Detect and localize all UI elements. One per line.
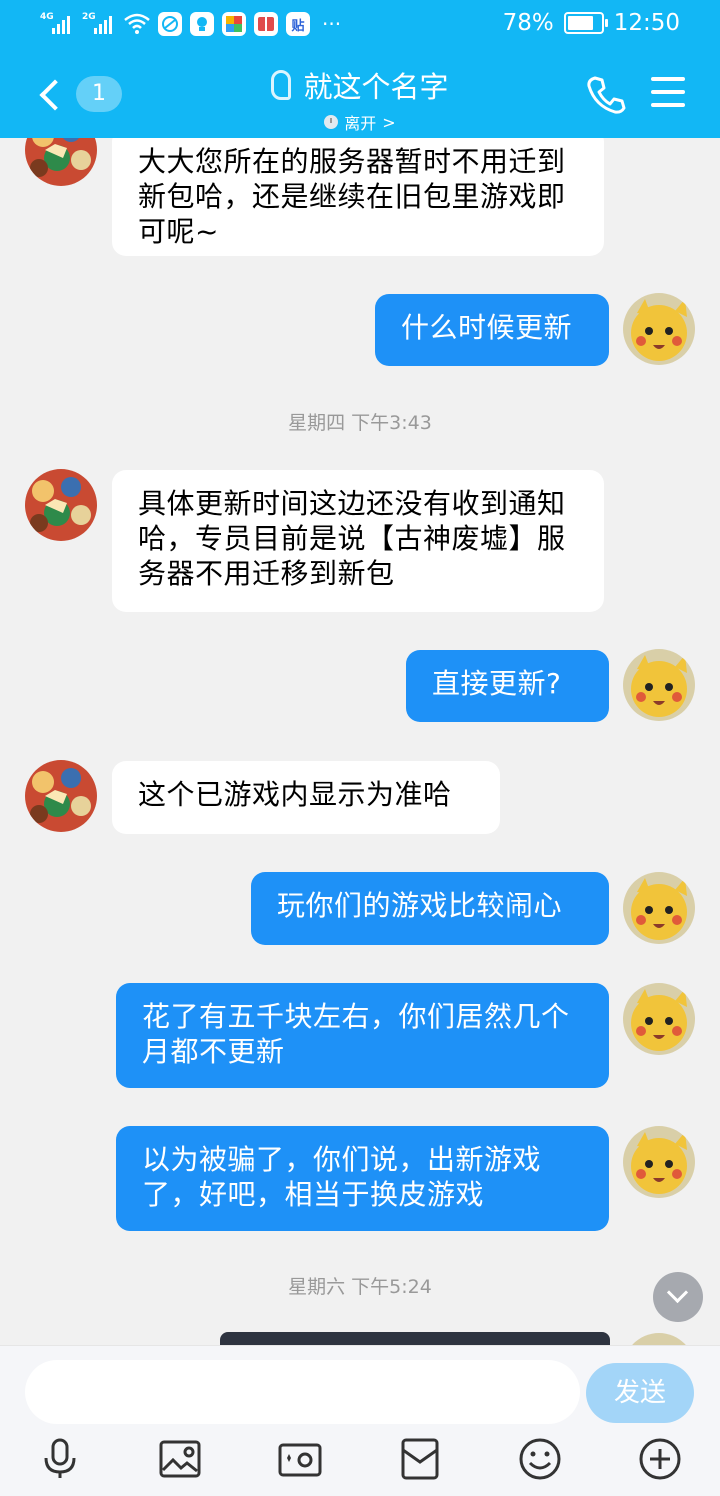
camera-icon[interactable] bbox=[277, 1436, 323, 1482]
title-bar: 1 就这个名字 离开 > bbox=[0, 50, 720, 138]
contact-avatar[interactable] bbox=[25, 469, 97, 541]
message-text: 玩你们的游戏比较闹心 bbox=[277, 889, 563, 922]
self-avatar[interactable] bbox=[623, 649, 695, 721]
message-bubble-outgoing[interactable]: 花了有五千块左右，你们居然几个月都不更新 bbox=[116, 983, 609, 1088]
signal-icon: 4G bbox=[40, 12, 74, 35]
ear-icon[interactable] bbox=[271, 70, 292, 100]
message-text: 具体更新时间这边还没有收到通知哈，专员目前是说【古神废墟】服务器不用迁移到新包 bbox=[138, 487, 566, 590]
timestamp: 星期六 下午5:24 bbox=[288, 1276, 432, 1298]
message-bubble-incoming[interactable]: 大大您所在的服务器暂时不用迁到新包哈，还是继续在旧包里游戏即可呢~ bbox=[112, 128, 604, 256]
presence-label: 离开 bbox=[344, 114, 377, 133]
send-button[interactable]: 发送 bbox=[586, 1363, 694, 1423]
message-bubble-outgoing[interactable]: 什么时候更新 bbox=[375, 294, 609, 366]
wifi-icon bbox=[124, 13, 150, 34]
contact-avatar[interactable] bbox=[25, 760, 97, 832]
browser-app-icon bbox=[158, 12, 182, 36]
plus-icon[interactable] bbox=[637, 1436, 683, 1482]
message-bubble-incoming[interactable]: 这个已游戏内显示为准哈 bbox=[112, 761, 500, 834]
tieba-app-icon: 贴 bbox=[286, 12, 310, 36]
message-bubble-outgoing[interactable]: 直接更新? bbox=[406, 650, 609, 722]
message-text: 这个已游戏内显示为准哈 bbox=[138, 778, 452, 811]
message-input[interactable] bbox=[25, 1360, 580, 1424]
message-text: 花了有五千块左右，你们居然几个月都不更新 bbox=[142, 1000, 570, 1068]
menu-icon[interactable] bbox=[651, 77, 685, 107]
colorful-app-icon bbox=[222, 12, 246, 36]
message-text: 什么时候更新 bbox=[401, 311, 573, 344]
chat-area[interactable]: 大大您所在的服务器暂时不用迁到新包哈，还是继续在旧包里游戏即可呢~ 什么时候更新… bbox=[0, 0, 720, 1345]
book-app-icon bbox=[254, 12, 278, 36]
chat-title[interactable]: 就这个名字 bbox=[303, 64, 448, 106]
message-bubble-incoming[interactable]: 具体更新时间这边还没有收到通知哈，专员目前是说【古神废墟】服务器不用迁移到新包 bbox=[112, 470, 604, 612]
voice-icon[interactable] bbox=[37, 1436, 83, 1482]
red-packet-icon[interactable] bbox=[397, 1436, 443, 1482]
toolbar bbox=[0, 1436, 720, 1486]
signal-icon: 2G bbox=[82, 12, 116, 35]
message-bubble-outgoing[interactable]: 以为被骗了，你们说，出新游戏了，好吧，相当于换皮游戏 bbox=[116, 1126, 609, 1231]
self-avatar[interactable] bbox=[623, 1333, 695, 1345]
clock-time: 12:50 bbox=[613, 10, 680, 36]
self-avatar[interactable] bbox=[623, 872, 695, 944]
timestamp: 星期四 下午3:43 bbox=[288, 412, 432, 434]
self-avatar[interactable] bbox=[623, 293, 695, 365]
more-notifications-indicator: ··· bbox=[322, 12, 342, 36]
chevron-right-icon: > bbox=[382, 112, 396, 132]
phone-icon[interactable] bbox=[586, 74, 626, 114]
clock-icon bbox=[324, 115, 339, 129]
battery-icon bbox=[563, 12, 608, 34]
message-text: 直接更新? bbox=[432, 667, 562, 700]
scroll-down-icon[interactable] bbox=[653, 1272, 703, 1322]
bulb-app-icon bbox=[190, 12, 214, 36]
input-panel: 发送 bbox=[0, 1345, 720, 1496]
emoji-icon[interactable] bbox=[517, 1436, 563, 1482]
message-text: 大大您所在的服务器暂时不用迁到新包哈，还是继续在旧包里游戏即可呢~ bbox=[138, 145, 566, 248]
status-bar: 4G 2G 贴 ··· 78% 12:50 bbox=[0, 0, 720, 50]
message-text: 以为被骗了，你们说，出新游戏了，好吧，相当于换皮游戏 bbox=[142, 1143, 542, 1211]
self-avatar[interactable] bbox=[623, 1126, 695, 1198]
battery-percent: 78% bbox=[502, 10, 554, 36]
image-message-partial[interactable] bbox=[220, 1332, 610, 1345]
app-header: 4G 2G 贴 ··· 78% 12:50 1 就这个名字 离开 > bbox=[0, 0, 720, 138]
image-icon[interactable] bbox=[157, 1436, 203, 1482]
self-avatar[interactable] bbox=[623, 983, 695, 1055]
message-bubble-outgoing[interactable]: 玩你们的游戏比较闹心 bbox=[251, 872, 609, 945]
